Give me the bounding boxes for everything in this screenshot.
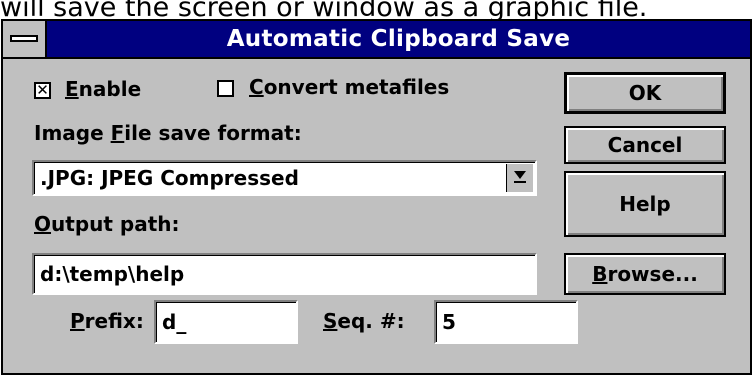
prefix-label-text: refix: [84, 309, 144, 333]
help-button[interactable]: Help [564, 171, 726, 237]
ok-button[interactable]: OK [564, 72, 726, 114]
convert-metafiles-checkbox[interactable] [217, 80, 234, 97]
format-label-pre: Image [34, 121, 111, 145]
convert-mnemonic: C [249, 75, 264, 99]
seq-label: Seq. #: [323, 309, 405, 333]
seq-label-text: eq. #: [337, 309, 405, 333]
format-dropdown[interactable]: .JPG: JPEG Compressed [32, 160, 537, 196]
browse-button[interactable]: Browse... [564, 253, 726, 295]
format-label: Image File save format: [34, 121, 302, 145]
format-label-post: ile save format: [124, 121, 302, 145]
format-mnemonic: F [110, 121, 125, 145]
system-menu-icon[interactable] [3, 21, 47, 57]
enable-label[interactable]: Enable [65, 77, 141, 101]
browse-mnemonic: B [592, 262, 608, 286]
output-label-post: utput path: [51, 212, 180, 236]
window-title: Automatic Clipboard Save [226, 26, 571, 52]
enable-checkbox[interactable]: ✕ [34, 82, 51, 99]
automatic-clipboard-save-dialog: Automatic Clipboard Save ✕ Enable Conver… [1, 19, 752, 375]
convert-metafiles-label[interactable]: Convert metafiles [249, 75, 449, 99]
prefix-mnemonic: P [70, 309, 85, 333]
browse-label-text: rowse... [607, 262, 698, 286]
seq-mnemonic: S [323, 309, 338, 333]
convert-label-text: onvert metafiles [263, 75, 450, 99]
output-path-label: Output path: [34, 212, 180, 236]
title-bar[interactable]: Automatic Clipboard Save [3, 21, 750, 59]
output-path-input[interactable]: d:\temp\help [32, 253, 537, 295]
output-mnemonic: O [34, 212, 52, 236]
prefix-label: Prefix: [70, 309, 144, 333]
seq-number-input[interactable]: 5 [434, 300, 578, 344]
enable-mnemonic: E [65, 77, 79, 101]
enable-label-text: nable [78, 77, 142, 101]
chevron-down-icon[interactable] [506, 164, 533, 192]
cancel-button[interactable]: Cancel [564, 126, 726, 164]
format-value: .JPG: JPEG Compressed [40, 166, 299, 190]
prefix-input[interactable]: d_ [154, 300, 298, 344]
